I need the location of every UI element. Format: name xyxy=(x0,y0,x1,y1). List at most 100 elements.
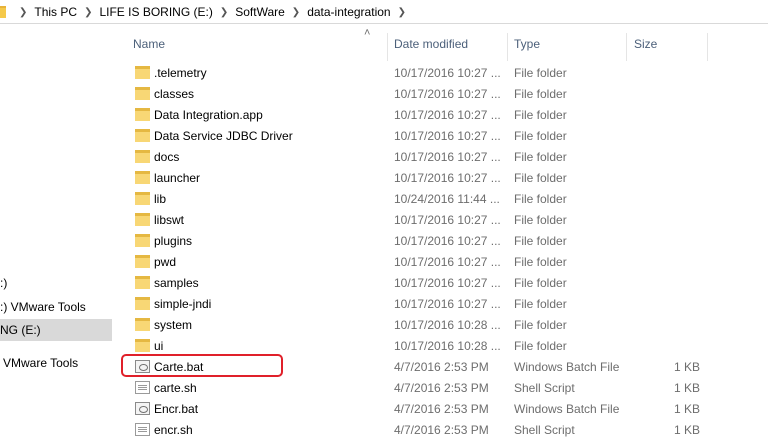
annotation-highlight-box xyxy=(121,354,283,377)
file-type: Windows Batch File xyxy=(514,402,620,416)
file-type: Shell Script xyxy=(514,423,575,437)
breadcrumb-this-pc[interactable]: This PC xyxy=(34,5,77,19)
file-type: Windows Batch File xyxy=(514,360,620,374)
file-type: File folder xyxy=(514,129,567,143)
file-name: docs xyxy=(154,150,180,164)
file-date: 10/17/2016 10:27 ... xyxy=(394,276,501,290)
column-divider[interactable] xyxy=(387,33,388,61)
file-name: pwd xyxy=(154,255,177,269)
list-item[interactable]: Data Integration.app 10/17/2016 10:27 ..… xyxy=(120,104,768,125)
file-date: 10/17/2016 10:27 ... xyxy=(394,171,501,185)
file-type: File folder xyxy=(514,276,567,290)
file-date: 10/17/2016 10:28 ... xyxy=(394,339,501,353)
batch-file-icon xyxy=(135,402,150,415)
folder-icon xyxy=(135,339,150,352)
nav-item-vmware-tools-1[interactable]: :) VMware Tools xyxy=(0,296,112,318)
list-item[interactable]: libswt 10/17/2016 10:27 ... File folder xyxy=(120,209,768,230)
nav-item-drive-1[interactable]: :) xyxy=(0,272,112,294)
column-header-date-modified[interactable]: Date modified xyxy=(394,37,468,57)
list-item[interactable]: Encr.bat 4/7/2016 2:53 PM Windows Batch … xyxy=(120,398,768,419)
list-item[interactable]: docs 10/17/2016 10:27 ... File folder xyxy=(120,146,768,167)
file-name: ui xyxy=(154,339,164,353)
chevron-right-icon[interactable]: ❯ xyxy=(84,7,92,18)
chevron-right-icon[interactable]: ❯ xyxy=(398,7,406,18)
file-name: launcher xyxy=(154,171,201,185)
file-size: 1 KB xyxy=(673,423,700,437)
file-size: 1 KB xyxy=(673,402,700,416)
folder-icon xyxy=(135,318,150,331)
file-date: 10/17/2016 10:27 ... xyxy=(394,234,501,248)
folder-icon xyxy=(135,192,150,205)
file-type: File folder xyxy=(514,234,567,248)
folder-icon xyxy=(0,6,6,18)
folder-icon xyxy=(135,276,150,289)
breadcrumb-drive[interactable]: LIFE IS BORING (E:) xyxy=(99,5,212,19)
list-item[interactable]: samples 10/17/2016 10:27 ... File folder xyxy=(120,272,768,293)
file-name: plugins xyxy=(154,234,193,248)
folder-icon xyxy=(135,150,150,163)
chevron-right-icon[interactable]: ❯ xyxy=(292,7,300,18)
file-date: 4/7/2016 2:53 PM xyxy=(394,360,489,374)
file-date: 10/17/2016 10:28 ... xyxy=(394,318,501,332)
file-type: File folder xyxy=(514,108,567,122)
file-date: 10/17/2016 10:27 ... xyxy=(394,150,501,164)
file-name: classes xyxy=(154,87,195,101)
list-item[interactable]: .telemetry 10/17/2016 10:27 ... File fol… xyxy=(120,62,768,83)
chevron-right-icon[interactable]: ❯ xyxy=(220,7,228,18)
list-item[interactable]: ui 10/17/2016 10:28 ... File folder xyxy=(120,335,768,356)
file-type: File folder xyxy=(514,255,567,269)
file-date: 10/17/2016 10:27 ... xyxy=(394,297,501,311)
nav-item-vmware-tools-2[interactable]: VMware Tools xyxy=(3,352,112,374)
file-date: 10/17/2016 10:27 ... xyxy=(394,87,501,101)
folder-icon xyxy=(135,66,150,79)
folder-icon xyxy=(135,87,150,100)
file-name: Data Service JDBC Driver xyxy=(154,129,293,143)
breadcrumb-software[interactable]: SoftWare xyxy=(235,5,285,19)
column-header-type[interactable]: Type xyxy=(514,37,540,57)
column-divider[interactable] xyxy=(626,33,627,61)
file-name: system xyxy=(154,318,193,332)
list-item[interactable]: carte.sh 4/7/2016 2:53 PM Shell Script 1… xyxy=(120,377,768,398)
file-name: .telemetry xyxy=(154,66,207,80)
nav-item-life-is-boring[interactable]: NG (E:) xyxy=(0,319,112,341)
list-item[interactable]: encr.sh 4/7/2016 2:53 PM Shell Script 1 … xyxy=(120,419,768,440)
list-item[interactable]: pwd 10/17/2016 10:27 ... File folder xyxy=(120,251,768,272)
list-item[interactable]: plugins 10/17/2016 10:27 ... File folder xyxy=(120,230,768,251)
column-divider[interactable] xyxy=(507,33,508,61)
file-name: encr.sh xyxy=(154,423,193,437)
file-date: 10/17/2016 10:27 ... xyxy=(394,129,501,143)
folder-icon xyxy=(135,108,150,121)
shell-script-icon xyxy=(135,381,150,394)
list-item[interactable]: simple-jndi 10/17/2016 10:27 ... File fo… xyxy=(120,293,768,314)
folder-icon xyxy=(135,297,150,310)
list-item[interactable]: system 10/17/2016 10:28 ... File folder xyxy=(120,314,768,335)
breadcrumb: ❯ This PC ❯ LIFE IS BORING (E:) ❯ SoftWa… xyxy=(12,0,413,24)
file-type: File folder xyxy=(514,318,567,332)
file-date: 10/17/2016 10:27 ... xyxy=(394,213,501,227)
file-name: carte.sh xyxy=(154,381,197,395)
file-type: File folder xyxy=(514,297,567,311)
column-headers: ˄ Name Date modified Type Size xyxy=(112,25,768,63)
file-date: 10/17/2016 10:27 ... xyxy=(394,108,501,122)
file-type: File folder xyxy=(514,192,567,206)
list-item[interactable]: classes 10/17/2016 10:27 ... File folder xyxy=(120,83,768,104)
column-header-name[interactable]: Name xyxy=(133,37,165,57)
column-header-size[interactable]: Size xyxy=(634,37,657,57)
list-item[interactable]: Data Service JDBC Driver 10/17/2016 10:2… xyxy=(120,125,768,146)
breadcrumb-data-integration[interactable]: data-integration xyxy=(307,5,390,19)
folder-icon xyxy=(135,171,150,184)
column-divider[interactable] xyxy=(707,33,708,61)
navigation-pane: :) :) VMware Tools NG (E:) VMware Tools xyxy=(0,25,112,431)
folder-icon xyxy=(135,129,150,142)
address-bar[interactable]: ❯ This PC ❯ LIFE IS BORING (E:) ❯ SoftWa… xyxy=(0,0,768,24)
chevron-right-icon[interactable]: ❯ xyxy=(19,7,27,18)
file-date: 4/7/2016 2:53 PM xyxy=(394,423,489,437)
file-type: File folder xyxy=(514,66,567,80)
list-item[interactable]: launcher 10/17/2016 10:27 ... File folde… xyxy=(120,167,768,188)
file-type: File folder xyxy=(514,150,567,164)
list-item[interactable]: lib 10/24/2016 11:44 ... File folder xyxy=(120,188,768,209)
file-type: File folder xyxy=(514,171,567,185)
file-name: libswt xyxy=(154,213,185,227)
file-size: 1 KB xyxy=(673,381,700,395)
file-type: File folder xyxy=(514,213,567,227)
